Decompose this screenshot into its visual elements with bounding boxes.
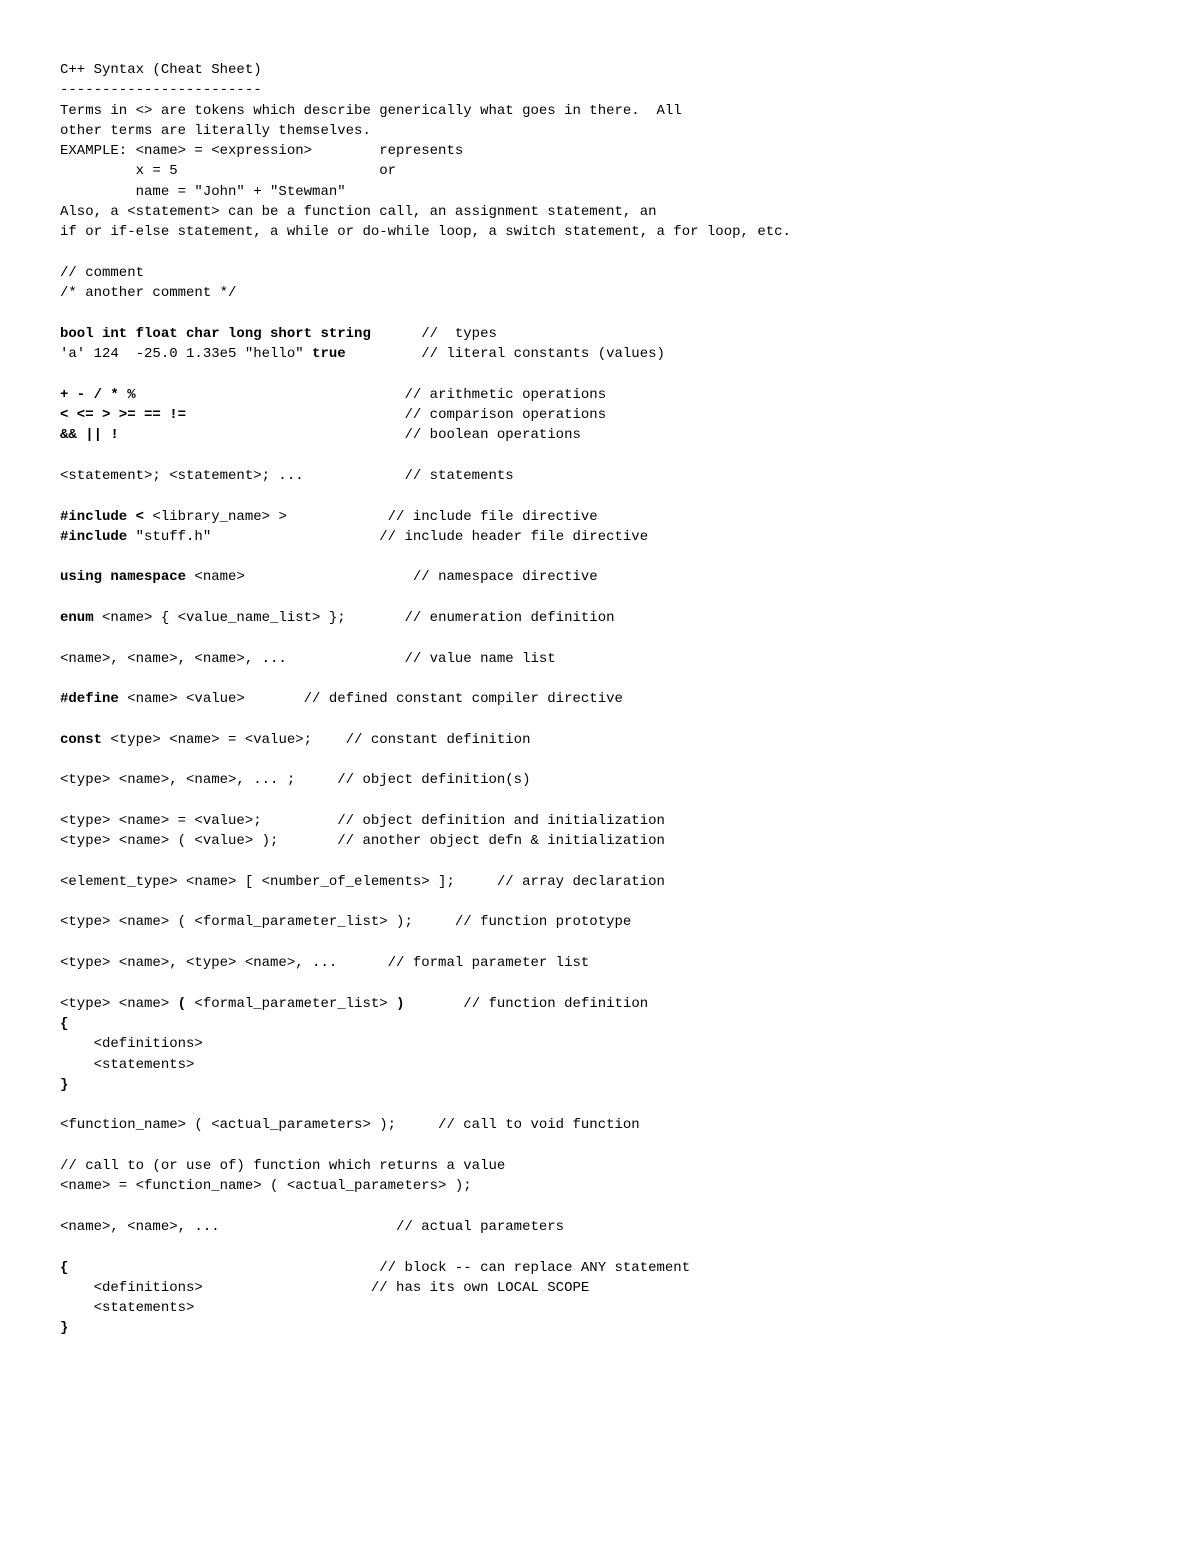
- blank-line: [60, 588, 1160, 608]
- block-close-line: }: [60, 1318, 1160, 1338]
- bool-comment: // boolean operations: [119, 427, 581, 443]
- const-bold: const: [60, 732, 102, 748]
- types-bold: bool int float char long short string: [60, 326, 371, 342]
- blank-line: [60, 1237, 1160, 1257]
- blank-line: [60, 628, 1160, 648]
- comment-line-2: /* another comment */: [60, 283, 1160, 303]
- blank-line: [60, 892, 1160, 912]
- literals-line: 'a' 124 -25.0 1.33e5 "hello" true // lit…: [60, 344, 1160, 364]
- comment-line-1: // comment: [60, 263, 1160, 283]
- blank-line: [60, 364, 1160, 384]
- blank-line: [60, 669, 1160, 689]
- block-open-comment: // block -- can replace ANY statement: [68, 1260, 690, 1276]
- function-def-head: <type> <name> ( <formal_parameter_list> …: [60, 994, 1160, 1014]
- include-lib-rest: <library_name> > // include file directi…: [144, 509, 598, 525]
- define-bold: #define: [60, 691, 119, 707]
- blank-line: [60, 446, 1160, 466]
- fdef-mid: <formal_parameter_list>: [186, 996, 396, 1012]
- enum-line: enum <name> { <value_name_list> }; // en…: [60, 608, 1160, 628]
- intro-line-2: other terms are literally themselves.: [60, 121, 1160, 141]
- brace-close: }: [60, 1075, 1160, 1095]
- blank-line: [60, 243, 1160, 263]
- array-decl-line: <element_type> <name> [ <number_of_eleme…: [60, 872, 1160, 892]
- using-bold: using namespace: [60, 569, 186, 585]
- example-sub-2: name = "John" + "Stewman": [60, 182, 1160, 202]
- blank-line: [60, 486, 1160, 506]
- blank-line: [60, 791, 1160, 811]
- arithmetic-line: + - / * % // arithmetic operations: [60, 385, 1160, 405]
- blank-line: [60, 973, 1160, 993]
- fdef-pre: <type> <name>: [60, 996, 178, 1012]
- block-stmts-line: <statements>: [60, 1298, 1160, 1318]
- value-call-line: <name> = <function_name> ( <actual_param…: [60, 1176, 1160, 1196]
- function-proto-line: <type> <name> ( <formal_parameter_list> …: [60, 912, 1160, 932]
- brace-open-bold: {: [60, 1016, 68, 1032]
- literals-comment: // literal constants (values): [346, 346, 665, 362]
- arith-comment: // arithmetic operations: [136, 387, 606, 403]
- blank-line: [60, 1197, 1160, 1217]
- blank-line: [60, 1095, 1160, 1115]
- blank-line: [60, 547, 1160, 567]
- const-rest: <type> <name> = <value>; // constant def…: [102, 732, 530, 748]
- include-header-line: #include "stuff.h" // include header fil…: [60, 527, 1160, 547]
- rule-line: ------------------------: [60, 80, 1160, 100]
- arith-bold: + - / * %: [60, 387, 136, 403]
- boolean-line: && || ! // boolean operations: [60, 425, 1160, 445]
- define-rest: <name> <value> // defined constant compi…: [119, 691, 623, 707]
- comp-comment: // comparison operations: [186, 407, 606, 423]
- enum-bold: enum: [60, 610, 94, 626]
- block-defs-line: <definitions> // has its own LOCAL SCOPE: [60, 1278, 1160, 1298]
- using-line: using namespace <name> // namespace dire…: [60, 567, 1160, 587]
- blank-line: [60, 750, 1160, 770]
- blank-line: [60, 304, 1160, 324]
- object-init-line-2: <type> <name> ( <value> ); // another ob…: [60, 831, 1160, 851]
- enum-rest: <name> { <value_name_list> }; // enumera…: [94, 610, 615, 626]
- types-line: bool int float char long short string //…: [60, 324, 1160, 344]
- brace-close-bold: }: [60, 1077, 68, 1093]
- bool-bold: && || !: [60, 427, 119, 443]
- true-bold: true: [312, 346, 346, 362]
- comparison-line: < <= > >= == != // comparison operations: [60, 405, 1160, 425]
- object-defs-line: <type> <name>, <name>, ... ; // object d…: [60, 770, 1160, 790]
- define-line: #define <name> <value> // defined consta…: [60, 689, 1160, 709]
- fdef-body-1: <definitions>: [60, 1034, 1160, 1054]
- blank-line: [60, 710, 1160, 730]
- include-lib-line: #include < <library_name> > // include f…: [60, 507, 1160, 527]
- comp-bold: < <= > >= == !=: [60, 407, 186, 423]
- also-line-1: Also, a <statement> can be a function ca…: [60, 202, 1160, 222]
- title-line: C++ Syntax (Cheat Sheet): [60, 60, 1160, 80]
- include-bold: #include <: [60, 509, 144, 525]
- using-rest: <name> // namespace directive: [186, 569, 598, 585]
- const-line: const <type> <name> = <value>; // consta…: [60, 730, 1160, 750]
- paren-open-bold: (: [178, 996, 186, 1012]
- include-header-rest: "stuff.h" // include header file directi…: [127, 529, 648, 545]
- brace-open: {: [60, 1014, 1160, 1034]
- blank-line: [60, 1136, 1160, 1156]
- example-sub-1: x = 5 or: [60, 161, 1160, 181]
- literals-text: 'a' 124 -25.0 1.33e5 "hello": [60, 346, 312, 362]
- actual-params-line: <name>, <name>, ... // actual parameters: [60, 1217, 1160, 1237]
- also-line-2: if or if-else statement, a while or do-w…: [60, 222, 1160, 242]
- formal-params-line: <type> <name>, <type> <name>, ... // for…: [60, 953, 1160, 973]
- object-init-line-1: <type> <name> = <value>; // object defin…: [60, 811, 1160, 831]
- value-name-list-line: <name>, <name>, <name>, ... // value nam…: [60, 649, 1160, 669]
- example-line: EXAMPLE: <name> = <expression> represent…: [60, 141, 1160, 161]
- brace-close-bold: }: [60, 1320, 68, 1336]
- statements-line: <statement>; <statement>; ... // stateme…: [60, 466, 1160, 486]
- intro-line-1: Terms in <> are tokens which describe ge…: [60, 101, 1160, 121]
- blank-line: [60, 852, 1160, 872]
- value-call-comment: // call to (or use of) function which re…: [60, 1156, 1160, 1176]
- types-comment: // types: [371, 326, 497, 342]
- fdef-comment: // function definition: [404, 996, 648, 1012]
- blank-line: [60, 933, 1160, 953]
- block-open-line: { // block -- can replace ANY statement: [60, 1258, 1160, 1278]
- void-call-line: <function_name> ( <actual_parameters> );…: [60, 1115, 1160, 1135]
- fdef-body-2: <statements>: [60, 1055, 1160, 1075]
- include-bold: #include: [60, 529, 127, 545]
